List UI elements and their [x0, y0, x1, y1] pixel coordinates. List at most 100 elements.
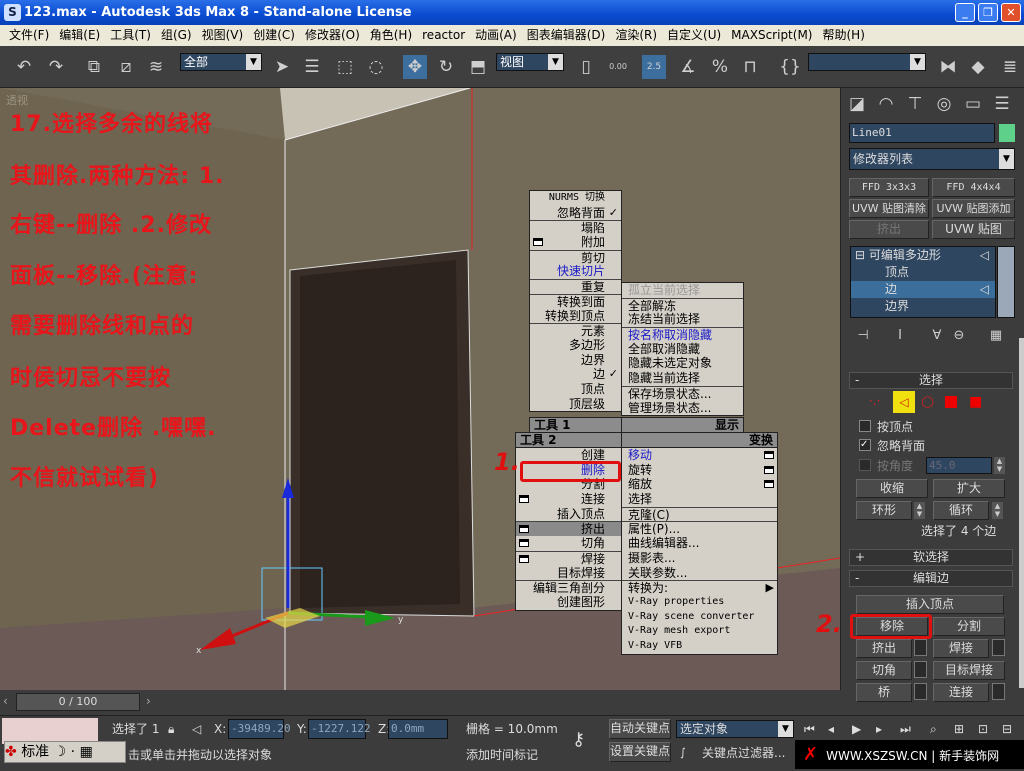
ffd-4x4x4-button[interactable]: FFD 4x4x4 — [932, 178, 1015, 197]
rotate-icon[interactable]: ↻ — [434, 55, 458, 79]
show-end-result-icon[interactable]: Ⅰ — [888, 324, 912, 348]
insert-vertex-button[interactable]: 插入顶点 — [856, 595, 1004, 614]
menu-item-edge[interactable]: 边 ✓ — [530, 367, 621, 382]
settings-box-icon[interactable] — [519, 554, 529, 563]
panel-scrollbar[interactable] — [1019, 338, 1024, 688]
next-frame-icon[interactable]: ▸ — [876, 719, 882, 739]
modifier-list-dropdown[interactable]: 修改器列表 ▼ — [849, 148, 1015, 170]
menu-item-cut[interactable]: 剪切 — [530, 249, 621, 265]
menu-item-quickslice[interactable]: 快速切片 — [530, 264, 621, 279]
weld-button[interactable]: 焊接 — [933, 639, 989, 658]
settings-box-icon[interactable] — [533, 238, 543, 247]
y-coordinate-field[interactable]: -1227.122 — [308, 719, 371, 739]
zoom-extents-all-icon[interactable]: ⊟ — [1002, 719, 1012, 739]
object-name-field[interactable]: Line01 — [849, 123, 995, 143]
bridge-settings-icon[interactable] — [914, 683, 927, 700]
configure-sets-icon[interactable]: ▦ — [984, 324, 1008, 348]
menu-item-weld[interactable]: 焊接 — [516, 550, 621, 566]
spinner-snap-icon[interactable]: ⊓ — [738, 55, 762, 79]
ring-button[interactable]: 环形 — [856, 501, 912, 520]
angle-threshold-field[interactable]: 45.0 — [926, 457, 992, 474]
mirror-icon[interactable]: ⧓ — [936, 55, 960, 79]
uvw-map-clear-button[interactable]: UVW 贴图清除 — [849, 199, 929, 218]
menu-item-top-level[interactable]: 顶层级 — [530, 397, 621, 412]
menu-customize[interactable]: 自定义(U) — [662, 25, 726, 46]
menu-item-unhide-all[interactable]: 全部取消隐藏 — [622, 342, 743, 357]
menu-item-unhide-by-name[interactable]: 按名称取消隐藏 — [622, 327, 743, 342]
x-coordinate-field[interactable]: -39489.20 — [228, 719, 291, 739]
link-icon[interactable]: ⧉ — [82, 55, 106, 79]
reference-coord-dropdown[interactable]: 视图 ▼ — [496, 53, 564, 71]
menu-animation[interactable]: 动画(A) — [470, 25, 522, 46]
element-mode-icon[interactable]: ■ — [969, 394, 982, 410]
settings-box-icon[interactable] — [764, 480, 774, 489]
connect-settings-icon[interactable] — [992, 683, 1005, 700]
key-filters-button[interactable]: 关键点过滤器... — [702, 743, 785, 763]
unlink-icon[interactable]: ⧄ — [114, 55, 138, 79]
grow-button[interactable]: 扩大 — [933, 479, 1005, 498]
menu-item-edit-triangulation[interactable]: 编辑三角剖分 — [516, 580, 621, 595]
menu-item-hide-selection[interactable]: 隐藏当前选择 — [622, 371, 743, 386]
hierarchy-tab-icon[interactable]: ⊤ — [903, 92, 927, 116]
zoom-extents-icon[interactable]: ⊡ — [978, 719, 988, 739]
remove-modifier-icon[interactable]: ⊖ — [947, 324, 971, 348]
rollout-selection-header[interactable]: - 选择 — [849, 372, 1013, 389]
weld-settings-icon[interactable] — [992, 639, 1005, 656]
selection-filter-dropdown[interactable]: 全部 ▼ — [180, 53, 262, 71]
make-unique-icon[interactable]: ∀ — [925, 324, 949, 348]
menu-item-convert-to-vertex[interactable]: 转换到顶点 — [530, 309, 621, 324]
menu-file[interactable]: 文件(F) — [4, 25, 54, 46]
layers-icon[interactable]: ≣ — [998, 55, 1022, 79]
zoom-icon[interactable]: ⌕ — [930, 719, 937, 739]
menu-item-chamfer[interactable]: 切角 — [516, 536, 621, 551]
redo-icon[interactable]: ↷ — [44, 55, 68, 79]
create-tab-icon[interactable]: ◪ — [845, 92, 869, 116]
menu-item-ignore-backfacing[interactable]: 忽略背面 ✓ — [530, 206, 621, 221]
manipulate-icon[interactable]: 0.00 — [606, 55, 630, 79]
menu-graph-editors[interactable]: 图表编辑器(D) — [522, 25, 611, 46]
menu-item-wire-parameters[interactable]: 关联参数... — [622, 566, 777, 581]
uvw-map-add-button[interactable]: UVW 贴图添加 — [932, 199, 1015, 218]
menu-item-attach[interactable]: 附加 — [530, 235, 621, 250]
chamfer-settings-icon[interactable] — [914, 661, 927, 678]
scale-icon[interactable]: ⬒ — [466, 55, 490, 79]
menu-character[interactable]: 角色(H) — [365, 25, 417, 46]
menu-item-polygon[interactable]: 多边形 — [530, 338, 621, 353]
go-to-start-icon[interactable]: ⏮ — [804, 719, 815, 739]
menu-item-nurms-toggle[interactable]: NURMS 切换 — [530, 191, 621, 206]
prev-frame-icon[interactable]: ‹ — [3, 694, 8, 708]
z-coordinate-field[interactable]: 0.0mm — [388, 719, 448, 739]
by-angle-checkbox[interactable] — [859, 459, 871, 471]
menu-create[interactable]: 创建(C) — [248, 25, 300, 46]
spinner-icon[interactable]: ▲ ▼ — [994, 457, 1005, 474]
menu-item-vray-mesh-export[interactable]: V-Ray mesh export — [622, 624, 777, 639]
vertex-mode-icon[interactable]: ·.· — [869, 394, 880, 408]
next-frame-icon[interactable]: › — [146, 694, 151, 708]
named-selection-icon[interactable]: {} — [778, 55, 802, 79]
connect-button[interactable]: 连接 — [933, 683, 989, 702]
snap-toggle-icon[interactable]: 2.5 — [642, 55, 666, 79]
menu-item-convert-to[interactable]: 转换为: ▶ — [622, 580, 777, 595]
menu-reactor[interactable]: reactor — [417, 25, 470, 46]
menu-item-unfreeze-all[interactable]: 全部解冻 — [622, 297, 743, 313]
key-icon[interactable]: ⚷ — [572, 730, 585, 750]
target-weld-button[interactable]: 目标焊接 — [933, 661, 1005, 680]
menu-item-save-scene-state[interactable]: 保存场景状态... — [622, 385, 743, 401]
menu-modifiers[interactable]: 修改器(O) — [300, 25, 365, 46]
extrude-modifier-button[interactable]: 挤出 — [849, 220, 929, 239]
menu-view[interactable]: 视图(V) — [197, 25, 249, 46]
auto-key-button[interactable]: 自动关键点 — [609, 719, 671, 739]
absolute-mode-icon[interactable]: ◁ — [192, 719, 201, 739]
chamfer-button[interactable]: 切角 — [856, 661, 912, 680]
stack-item-editable-poly[interactable]: ⊟ 可编辑多边形 ◁ — [851, 247, 995, 264]
menu-item-insert-vertex[interactable]: 插入顶点 — [516, 507, 621, 522]
settings-box-icon[interactable] — [764, 465, 774, 474]
rect-selection-icon[interactable]: ⬚ — [333, 55, 357, 79]
menu-item-border[interactable]: 边界 — [530, 353, 621, 368]
angle-snap-icon[interactable]: ∡ — [676, 55, 700, 79]
menu-item-vray-vfb[interactable]: V-Ray VFB — [622, 639, 777, 654]
display-tab-icon[interactable]: ▭ — [961, 92, 985, 116]
polygon-mode-icon[interactable] — [945, 396, 957, 408]
rollout-edit-edges-header[interactable]: - 编辑边 — [849, 570, 1013, 587]
menu-item-clone[interactable]: 克隆(C) — [622, 506, 777, 522]
